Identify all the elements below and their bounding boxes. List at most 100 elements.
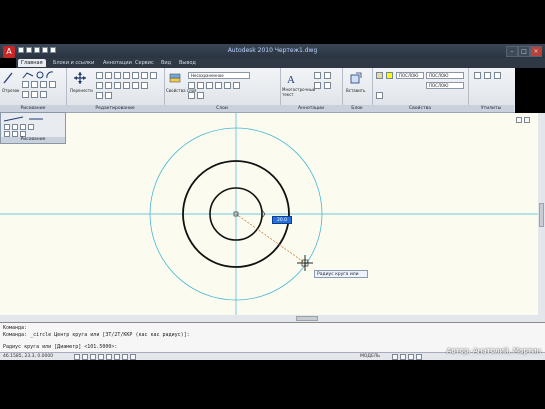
maximize-button[interactable]: □ (518, 46, 530, 57)
line-button-label[interactable]: Отрезок (2, 88, 19, 93)
mirror-icon[interactable] (114, 72, 121, 79)
linetype-dropdown[interactable]: ПОСЛОЮ (426, 82, 464, 89)
panel-draw-label[interactable]: Рисование (0, 105, 66, 112)
erase-icon[interactable] (150, 72, 157, 79)
command-prompt-line[interactable]: Радиус круга или [Диаметр] <101.5000>: (3, 344, 117, 350)
dynamic-prompt-tooltip: Радиус круга или (314, 270, 368, 278)
viewport-minimize-icon[interactable] (516, 117, 522, 123)
redo-icon[interactable] (50, 47, 56, 53)
panel-utilities: Утилиты (468, 68, 514, 112)
hatch-icon[interactable] (31, 81, 38, 88)
select-icon[interactable] (494, 72, 501, 79)
leader-icon[interactable] (324, 72, 331, 79)
ray-icon[interactable] (4, 124, 10, 130)
match-properties-icon[interactable] (376, 72, 383, 79)
calculator-icon[interactable] (484, 72, 491, 79)
list-icon[interactable] (376, 92, 383, 99)
tab-tools[interactable]: Сервис (132, 59, 157, 67)
minimize-button[interactable]: – (506, 46, 518, 57)
horizontal-scroll-thumb[interactable] (296, 316, 318, 321)
vertical-scrollbar[interactable] (538, 113, 545, 323)
offset-icon[interactable] (96, 82, 103, 89)
extend-icon[interactable] (105, 92, 112, 99)
layer-previous-icon[interactable] (233, 82, 240, 89)
trim-icon[interactable] (141, 72, 148, 79)
spline-icon[interactable] (40, 81, 47, 88)
ellipse-icon[interactable] (49, 81, 56, 88)
line-icon[interactable] (3, 72, 13, 84)
insert-button-label[interactable]: Вставить (346, 88, 365, 93)
tab-output[interactable]: Вывод (176, 59, 199, 67)
dynamic-input-box[interactable]: 20.0 (272, 216, 292, 224)
layer-isolate-icon[interactable] (188, 92, 195, 99)
layer-dropdown[interactable]: Несохраненное (188, 72, 250, 79)
scale-icon[interactable] (132, 72, 139, 79)
stretch-icon[interactable] (123, 72, 130, 79)
donut-icon[interactable] (20, 124, 26, 130)
new-icon[interactable] (18, 47, 24, 53)
copy-icon[interactable] (96, 72, 103, 79)
application-menu-button[interactable]: A (3, 46, 15, 58)
tab-blocks[interactable]: Блоки и ссылки (50, 59, 97, 67)
rotate-icon[interactable] (105, 72, 112, 79)
open-icon[interactable] (26, 47, 32, 53)
polyline-icon[interactable] (22, 71, 34, 79)
panel-properties-label[interactable]: Свойства (372, 105, 468, 112)
insert-block-icon[interactable] (350, 72, 362, 84)
move-icon[interactable] (74, 72, 86, 84)
panel-layers-label[interactable]: Слои (164, 105, 280, 112)
multiline-icon[interactable] (12, 124, 18, 130)
vertical-scroll-thumb[interactable] (539, 203, 544, 227)
text-style-icon[interactable] (324, 82, 331, 89)
coordinates-readout[interactable]: 46.1585, 23.3, 0.0000 (3, 354, 53, 359)
region-icon[interactable] (22, 91, 29, 98)
join-icon[interactable] (132, 82, 139, 89)
layers-icon[interactable] (169, 73, 181, 83)
revcloud-icon[interactable] (28, 124, 34, 130)
layer-lock-icon[interactable] (206, 82, 213, 89)
tab-view[interactable]: Вид (158, 59, 174, 67)
save-icon[interactable] (34, 47, 40, 53)
layer-on-icon[interactable] (188, 82, 195, 89)
table-icon[interactable] (31, 91, 38, 98)
panel-utilities-label[interactable]: Утилиты (468, 105, 514, 112)
viewport-restore-icon[interactable] (524, 117, 530, 123)
drawing-canvas[interactable]: 20.0 Радиус круга или (0, 113, 545, 323)
rectangle-icon[interactable] (22, 81, 29, 88)
mtext-button-label[interactable]: Многострочный текст (282, 87, 315, 97)
app-window: Autodesk 2010 Чертеж1.dwg – □ × A Главна… (0, 0, 545, 409)
arc-icon[interactable] (46, 71, 54, 79)
point-icon[interactable] (40, 91, 47, 98)
break-icon[interactable] (141, 82, 148, 89)
panel-modify-label[interactable]: Редактирование (66, 105, 164, 112)
move-button-label[interactable]: Перенести (70, 88, 93, 93)
table-insert-icon[interactable] (314, 82, 321, 89)
close-button[interactable]: × (530, 46, 542, 57)
chamfer-icon[interactable] (96, 92, 103, 99)
color-dropdown[interactable]: ПОСЛОЮ (396, 72, 424, 79)
ribbon: Отрезок Рисование Перенести Редактирован… (0, 68, 515, 113)
layer-off-icon[interactable] (197, 92, 204, 99)
layer-match-icon[interactable] (224, 82, 231, 89)
mtext-icon[interactable]: A (286, 72, 298, 84)
array-icon[interactable] (114, 82, 121, 89)
explode-icon[interactable] (123, 82, 130, 89)
command-history-line-1: Команда: (3, 325, 28, 331)
tab-home[interactable]: Главная (18, 59, 46, 67)
tab-annotate[interactable]: Аннотации (100, 59, 135, 67)
flyout-label[interactable]: Рисование (1, 137, 65, 143)
horizontal-scrollbar[interactable] (0, 315, 538, 322)
panel-annotation-label[interactable]: Аннотации (280, 105, 342, 112)
layer-freeze-icon[interactable] (197, 82, 204, 89)
construction-line-icon[interactable] (3, 116, 63, 122)
lineweight-dropdown[interactable]: ПОСЛОЮ (426, 72, 464, 79)
fillet-icon[interactable] (105, 82, 112, 89)
layer-color-icon[interactable] (215, 82, 222, 89)
dimension-icon[interactable] (314, 72, 321, 79)
circle-icon[interactable] (36, 71, 44, 79)
window-title: Autodesk 2010 Чертеж1.dwg (227, 47, 318, 54)
undo-icon[interactable] (42, 47, 48, 53)
panel-block-label[interactable]: Блок (342, 105, 372, 112)
model-space-label[interactable]: МОДЕЛЬ (360, 354, 380, 359)
measure-icon[interactable] (474, 72, 481, 79)
